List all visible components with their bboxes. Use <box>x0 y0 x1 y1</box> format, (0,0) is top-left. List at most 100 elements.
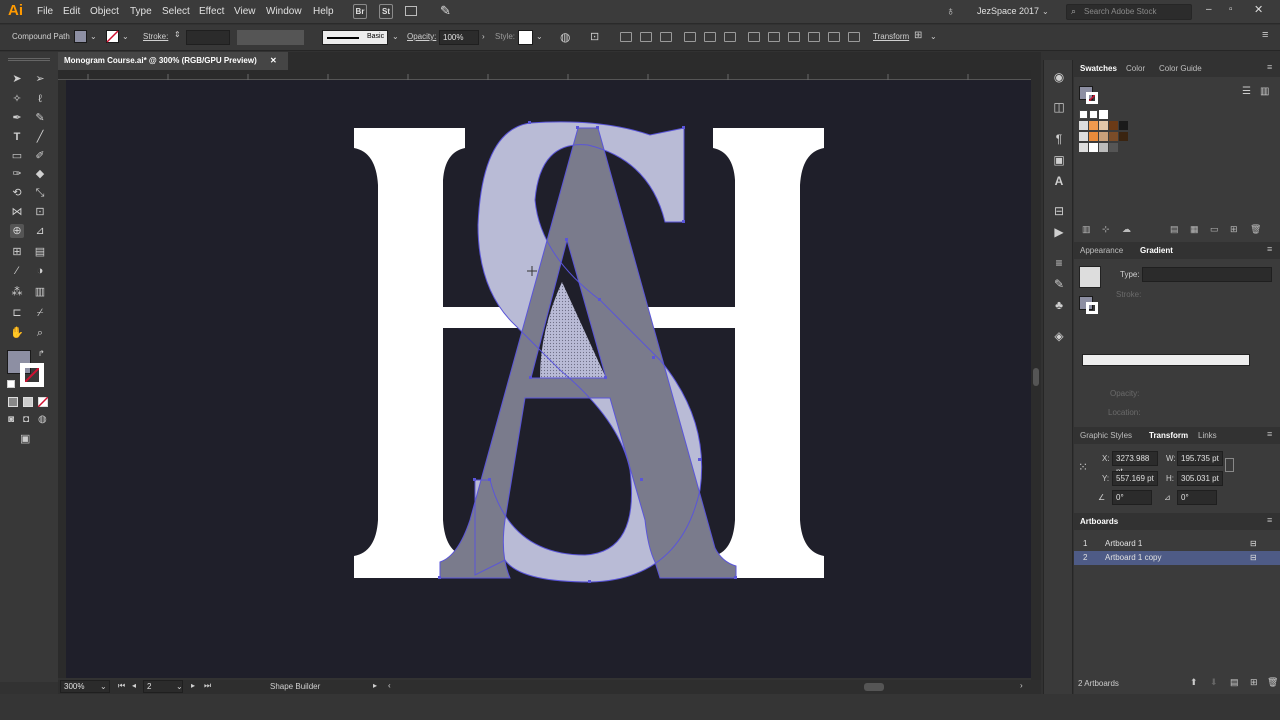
shear-field[interactable]: 0° <box>1177 490 1217 505</box>
opacity-label[interactable]: Opacity: <box>407 32 436 41</box>
artboard-row-selected[interactable]: 2 Artboard 1 copy ⊟ <box>1074 551 1280 565</box>
rearrange-icon[interactable]: ▤ <box>1230 677 1239 688</box>
swatch-dark-grey[interactable] <box>1109 143 1118 152</box>
chevron-down-icon[interactable]: ⌄ <box>90 32 97 41</box>
align-right-icon[interactable] <box>660 32 672 42</box>
close-window-icon[interactable]: ✕ <box>1254 3 1263 16</box>
recolor-artwork-icon[interactable]: ◍ <box>560 30 570 44</box>
swatch-folder-2[interactable] <box>1079 132 1088 141</box>
magic-wand-tool-icon[interactable]: ✧ <box>10 92 24 106</box>
last-artboard-icon[interactable]: ⏭ <box>204 681 211 691</box>
slice-tool-icon[interactable]: ⌿ <box>33 306 47 320</box>
menu-type[interactable]: Type <box>130 6 152 17</box>
isolate-icon[interactable]: ⊞ <box>914 30 922 41</box>
close-tab-icon[interactable]: ✕ <box>270 52 277 70</box>
align-top-icon[interactable] <box>684 32 696 42</box>
bridge-button[interactable]: Br <box>353 4 367 19</box>
artboard-tool-icon[interactable]: ⊏ <box>10 306 24 320</box>
swatch-libraries-icon[interactable]: ▥ <box>1082 224 1091 235</box>
swatch-orange-2[interactable] <box>1089 132 1098 141</box>
gradient-stroke-icon[interactable] <box>1086 302 1098 314</box>
next-artboard-icon[interactable]: ▸ <box>191 681 195 690</box>
vertical-ruler[interactable] <box>58 80 66 678</box>
draw-normal-icon[interactable]: ◙ <box>8 414 14 425</box>
stroke-panel-icon[interactable]: ≡ <box>1052 256 1066 270</box>
h-field[interactable]: 305.031 pt <box>1177 471 1223 486</box>
horizontal-ruler[interactable] <box>58 70 1041 80</box>
eraser-tool-icon[interactable]: ◆ <box>33 167 47 181</box>
distribute-top-icon[interactable] <box>748 32 760 42</box>
symbol-sprayer-tool-icon[interactable]: ⁂ <box>10 285 24 299</box>
list-view-icon[interactable]: ☰ <box>1242 86 1251 97</box>
swap-fill-stroke-icon[interactable]: ↱ <box>38 349 45 358</box>
direct-selection-tool-icon[interactable]: ➢ <box>33 72 47 86</box>
arrange-documents-icon[interactable] <box>405 6 417 16</box>
tab-color[interactable]: Color <box>1126 64 1145 73</box>
menu-window[interactable]: Window <box>266 6 302 17</box>
previous-artboard-icon[interactable]: ◂ <box>132 681 136 690</box>
monogram-artwork[interactable] <box>66 80 1031 678</box>
new-swatch-icon[interactable]: ⊞ <box>1230 224 1238 235</box>
stock-search-input[interactable]: ⌕ Search Adobe Stock <box>1066 4 1192 20</box>
chevron-right-icon[interactable]: › <box>482 32 485 41</box>
horizontal-scroll-thumb[interactable] <box>864 683 884 691</box>
type-tool-icon[interactable]: T <box>10 130 24 144</box>
constrain-proportions-icon[interactable] <box>1225 458 1234 472</box>
scale-tool-icon[interactable]: ⤡ <box>33 186 47 200</box>
brush-definition[interactable]: Basic <box>322 30 388 45</box>
distribute-vcenter-icon[interactable] <box>768 32 780 42</box>
tab-appearance[interactable]: Appearance <box>1080 246 1123 255</box>
swatch-black[interactable] <box>1119 121 1128 130</box>
swatch-grey[interactable] <box>1099 143 1108 152</box>
brush-icon[interactable]: ✎ <box>440 3 451 19</box>
first-artboard-icon[interactable]: ⏮ <box>118 681 125 691</box>
w-field[interactable]: 195.735 pt <box>1177 451 1223 466</box>
move-up-icon[interactable]: ⬆ <box>1190 677 1198 688</box>
swatch-white[interactable] <box>1099 110 1108 119</box>
artboard-row[interactable]: 1 Artboard 1 ⊟ <box>1074 537 1280 551</box>
scroll-left-icon[interactable]: ‹ <box>388 681 391 690</box>
swatch-sand[interactable] <box>1099 132 1108 141</box>
menu-view[interactable]: View <box>234 6 256 17</box>
panel-menu-icon[interactable]: ≡ <box>1267 516 1276 525</box>
color-group-icon[interactable]: ▦ <box>1190 224 1199 235</box>
zoom-tool-icon[interactable]: ⌕ <box>33 326 47 340</box>
swatch-grid[interactable] <box>1079 110 1139 152</box>
delete-artboard-icon[interactable]: 🗑 <box>1267 677 1278 688</box>
reference-point-icon[interactable]: ⁙ <box>1078 460 1088 474</box>
menu-edit[interactable]: Edit <box>63 6 80 17</box>
paintbrush-tool-icon[interactable]: ✐ <box>33 149 47 163</box>
rotate-field[interactable]: 0° <box>1112 490 1152 505</box>
chevron-down-icon[interactable]: ⌄ <box>930 32 937 41</box>
stroke-color-box[interactable] <box>20 363 44 387</box>
gradient-slider[interactable] <box>1082 354 1250 366</box>
align-middle-icon[interactable] <box>704 32 716 42</box>
stock-button[interactable]: St <box>379 4 393 19</box>
chevron-down-icon[interactable]: ⌄ <box>176 682 183 691</box>
cloud-icon[interactable]: ☁ <box>1122 224 1131 235</box>
gradient-mode-icon[interactable] <box>23 397 33 407</box>
swatch-tan[interactable] <box>1099 121 1108 130</box>
gradient-type-select[interactable] <box>1142 267 1272 282</box>
color-panel-icon[interactable]: ◉ <box>1052 70 1066 84</box>
panel-menu-icon[interactable]: ≡ <box>1262 29 1268 41</box>
free-transform-tool-icon[interactable]: ⊡ <box>33 205 47 219</box>
distribute-left-icon[interactable] <box>808 32 820 42</box>
swatch-brown[interactable] <box>1109 121 1118 130</box>
document-tab[interactable]: Monogram Course.ai* @ 300% (RGB/GPU Prev… <box>58 52 288 70</box>
distribute-hcenter-icon[interactable] <box>828 32 840 42</box>
swatch-dark-brown[interactable] <box>1109 132 1118 141</box>
stroke-weight-field[interactable] <box>186 30 230 45</box>
brushes-panel-icon[interactable]: ✎ <box>1052 277 1066 291</box>
tab-color-guide[interactable]: Color Guide <box>1159 64 1202 73</box>
tab-links[interactable]: Links <box>1198 431 1217 440</box>
stroke-swatch[interactable] <box>106 30 119 43</box>
new-folder-icon[interactable]: ▭ <box>1210 224 1219 235</box>
swatches-panel-icon[interactable]: ◫ <box>1052 100 1066 114</box>
pen-tool-icon[interactable]: ✒ <box>10 111 24 125</box>
shaper-tool-icon[interactable]: ✑ <box>10 167 24 181</box>
stroke-swatch-preview[interactable] <box>1086 92 1098 104</box>
variable-width-profile[interactable] <box>237 30 304 45</box>
column-graph-tool-icon[interactable]: ▥ <box>33 285 47 299</box>
layers-panel-icon[interactable]: ◈ <box>1052 329 1066 343</box>
